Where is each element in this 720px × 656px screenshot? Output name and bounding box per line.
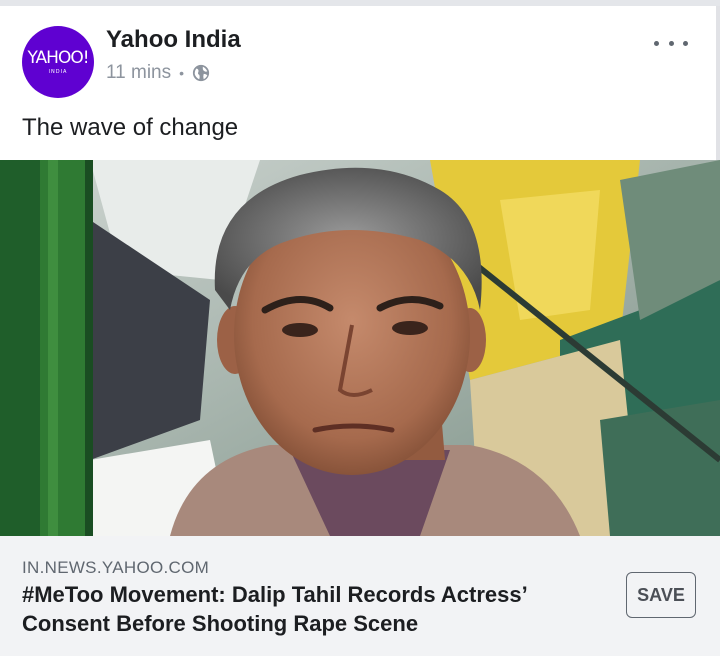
more-horizontal-icon bbox=[654, 40, 659, 46]
globe-icon bbox=[192, 64, 210, 82]
link-preview-image[interactable] bbox=[0, 160, 720, 536]
link-domain: IN.NEWS.YAHOO.COM bbox=[22, 558, 210, 577]
meta-separator: • bbox=[179, 65, 185, 81]
page-name-link[interactable]: Yahoo India bbox=[106, 26, 241, 54]
post-timestamp[interactable]: 11 mins bbox=[106, 62, 171, 84]
save-button[interactable]: SAVE bbox=[626, 572, 696, 618]
avatar-logo-subtext: INDIA bbox=[48, 69, 68, 75]
post-meta: 11 mins • bbox=[106, 62, 210, 84]
post-text: The wave of change bbox=[22, 114, 239, 141]
avatar-logo-text: YAHOO! bbox=[27, 48, 89, 68]
page-avatar[interactable]: YAHOO! INDIA bbox=[22, 26, 94, 98]
portrait-photo bbox=[0, 160, 720, 536]
link-title[interactable]: #MeToo Movement: Dalip Tahil Records Act… bbox=[22, 580, 582, 638]
more-options-button[interactable] bbox=[654, 34, 688, 52]
link-preview-footer[interactable]: IN.NEWS.YAHOO.COM #MeToo Movement: Dalip… bbox=[0, 536, 720, 656]
